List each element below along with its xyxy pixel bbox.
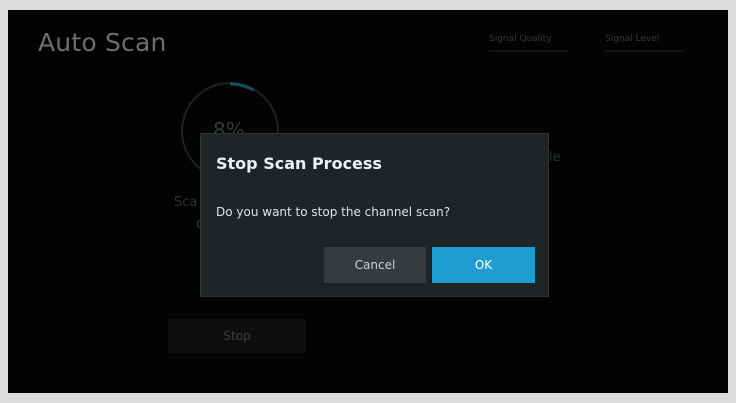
dialog-message: Do you want to stop the channel scan? [216,205,451,219]
page-title: Auto Scan [38,28,167,57]
tv-screen: Auto Scan Signal Quality Signal Level 8%… [8,10,728,393]
signal-level-bar [605,50,685,52]
scan-status-fragment: Sca [174,195,198,210]
cancel-button[interactable]: Cancel [324,247,426,283]
signal-level-label: Signal Level [605,34,660,44]
signal-quality-bar [489,50,569,52]
stop-scan-dialog: Stop Scan Process Do you want to stop th… [200,133,549,297]
ok-button[interactable]: OK [432,247,535,283]
signal-quality-label: Signal Quality [489,34,552,44]
stop-button[interactable]: Stop [168,319,306,353]
dialog-title: Stop Scan Process [216,154,382,173]
scan-info-fragment: le [549,150,561,165]
